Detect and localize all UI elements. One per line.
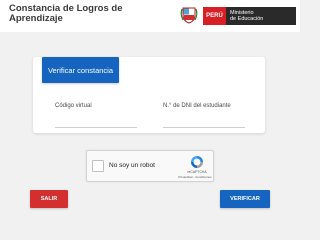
site-header: Constancia de Logros de Aprendizaje PERÚ… <box>0 0 300 32</box>
exit-button[interactable]: SALIR <box>30 190 68 208</box>
recaptcha-label: No soy un robot <box>109 162 155 169</box>
dni-input[interactable] <box>163 127 245 128</box>
recaptcha-checkbox[interactable] <box>92 160 104 172</box>
ministry-label: Ministerio de Educación <box>226 7 296 25</box>
recaptcha-widget: No soy un robot reCAPTCHA Privacidad - C… <box>86 150 214 182</box>
verify-button[interactable]: VERIFICAR <box>220 190 270 208</box>
national-shield-icon <box>180 7 198 24</box>
page-title: Constancia de Logros de Aprendizaje <box>9 3 123 24</box>
recaptcha-logo-icon <box>191 156 203 168</box>
recaptcha-brand: reCAPTCHA <box>187 170 207 174</box>
dni-label: N.° de DNI del estudiante <box>163 103 231 109</box>
code-input[interactable] <box>55 127 137 128</box>
verify-certificate-tab[interactable]: Verificar constancia <box>42 57 119 83</box>
code-label: Código virtual <box>55 103 92 109</box>
recaptcha-links[interactable]: Privacidad - Condiciones <box>176 175 214 179</box>
peru-label: PERÚ <box>203 7 226 25</box>
